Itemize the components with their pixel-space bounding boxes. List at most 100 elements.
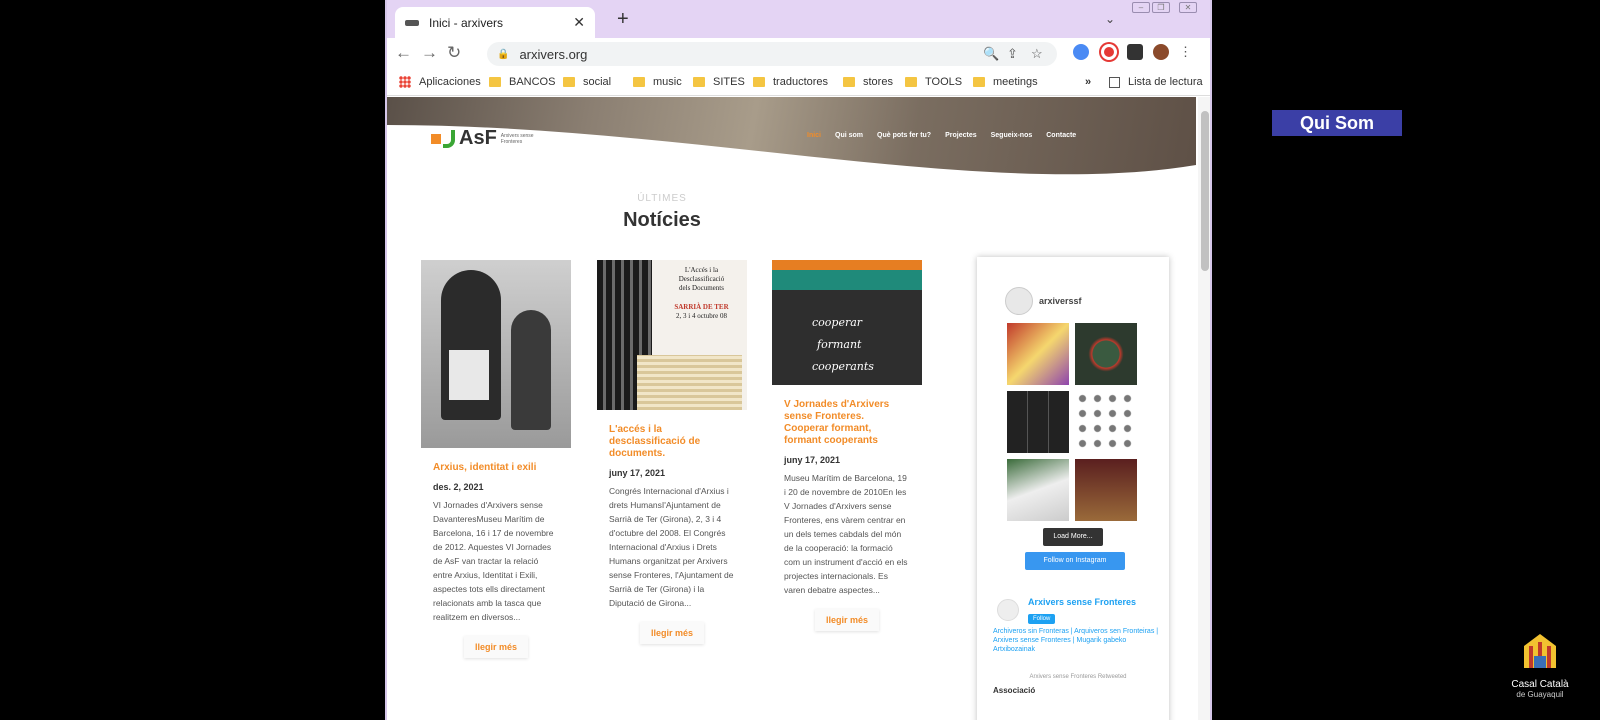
- folder-icon: [633, 77, 645, 87]
- search-icon[interactable]: 🔍: [983, 46, 999, 62]
- logo-mark-green: [443, 129, 455, 148]
- logo-subtitle: Arxivers sense Fronteres: [500, 132, 534, 145]
- maximize-button[interactable]: ❐: [1152, 2, 1170, 13]
- image-caption-place: SARRIÀ DE TER: [674, 303, 729, 311]
- instagram-post[interactable]: [1007, 391, 1069, 453]
- folder-icon: [693, 77, 705, 87]
- nav-inici[interactable]: Inici: [807, 132, 821, 139]
- instagram-post[interactable]: [1075, 459, 1137, 521]
- instagram-username: arxiverssf: [1039, 296, 1082, 306]
- casal-name: Casal Català: [1511, 679, 1569, 690]
- instagram-header[interactable]: arxiverssf: [1005, 287, 1082, 315]
- twitter-widget: Arxivers sense Fronteres Follow Archiver…: [993, 597, 1163, 695]
- site-logo[interactable]: AsF Arxivers sense Fronteres: [431, 127, 541, 150]
- card-date: juny 17, 2021: [609, 468, 666, 478]
- close-window-button[interactable]: ✕: [1179, 2, 1197, 13]
- section-title: Notícies: [623, 209, 701, 231]
- nav-segueix-nos[interactable]: Segueix-nos: [991, 132, 1033, 139]
- new-tab-button[interactable]: +: [617, 8, 629, 31]
- card-title[interactable]: L'accés i la desclassificació de documen…: [609, 424, 735, 460]
- kebab-menu-icon[interactable]: ⋮: [1179, 44, 1192, 60]
- twitter-follow-button[interactable]: Follow: [1028, 614, 1056, 624]
- instagram-post[interactable]: [1007, 459, 1069, 521]
- casal-city: de Guayaquil: [1516, 690, 1564, 699]
- bookmark-stores[interactable]: stores: [843, 76, 893, 88]
- close-tab-icon[interactable]: ✕: [573, 14, 585, 31]
- browser-window: Inici - arxivers ✕ + ⌄ – ❐ ✕ ← → ↻ 🔒 arx…: [385, 0, 1212, 720]
- puzzle-icon[interactable]: [1127, 44, 1143, 60]
- news-card: cooperar formant cooperants V Jornades d…: [772, 260, 922, 631]
- bookmarks-overflow[interactable]: »: [1085, 76, 1091, 88]
- card-title[interactable]: V Jornades d'Arxivers sense Fronteres. C…: [784, 399, 910, 447]
- card-image[interactable]: L'Accés i la Desclassificació dels Docum…: [597, 260, 747, 410]
- twitter-name[interactable]: Arxivers sense Fronteres: [1028, 597, 1163, 607]
- card-title[interactable]: Arxius, identitat i exili: [433, 462, 559, 474]
- card-image[interactable]: [421, 260, 571, 448]
- page-scrollbar[interactable]: [1198, 97, 1210, 720]
- instagram-post[interactable]: [1075, 323, 1137, 385]
- twitter-avatar: [997, 599, 1019, 621]
- instagram-avatar: [1005, 287, 1033, 315]
- reload-icon[interactable]: ↻: [447, 43, 461, 63]
- opera-icon[interactable]: [1101, 44, 1117, 60]
- card-excerpt: VI Jornades d'Arxivers sense DavanteresM…: [433, 500, 554, 622]
- bookmarks-bar: Aplicaciones BANCOS social music SITES t…: [387, 68, 1210, 96]
- apps-grid-icon: [399, 76, 411, 88]
- nav-contacte[interactable]: Contacte: [1046, 132, 1076, 139]
- bookmark-meetings[interactable]: meetings: [973, 76, 1038, 88]
- read-more-button[interactable]: llegir més: [640, 622, 704, 644]
- scroll-thumb[interactable]: [1201, 111, 1209, 271]
- follow-instagram-button[interactable]: Follow on Instagram: [1025, 552, 1125, 570]
- card-excerpt: Congrés Internacional d'Arxius i drets H…: [609, 486, 734, 608]
- instagram-post[interactable]: [1007, 323, 1069, 385]
- minimize-button[interactable]: –: [1132, 2, 1150, 13]
- image-caption-line: dels Documents: [679, 284, 724, 292]
- retweeted-label: Arxivers sense Fronteres Retweeted: [1029, 674, 1127, 680]
- site-header: AsF Arxivers sense Fronteres Inici Qui s…: [387, 97, 1196, 185]
- read-more-button[interactable]: llegir més: [464, 636, 528, 658]
- image-caption-line: Desclassificació: [678, 275, 725, 283]
- avatar[interactable]: [1153, 44, 1169, 60]
- folder-icon: [843, 77, 855, 87]
- logo-mark-orange: [431, 133, 441, 144]
- tweet-author: Associació: [993, 686, 1036, 695]
- bookmark-social[interactable]: social: [563, 76, 611, 88]
- extension-icon[interactable]: [1073, 44, 1089, 60]
- bookmark-apps[interactable]: Aplicaciones: [399, 76, 481, 88]
- instagram-post[interactable]: [1075, 391, 1137, 453]
- star-icon[interactable]: ☆: [1031, 46, 1043, 62]
- card-date: juny 17, 2021: [784, 455, 841, 465]
- qui-som-overlay-label: Qui Som: [1272, 110, 1402, 136]
- forward-icon[interactable]: →: [421, 43, 438, 63]
- casal-logo-icon: [1524, 634, 1556, 668]
- tab-strip: Inici - arxivers ✕ + ⌄ – ❐ ✕: [387, 0, 1210, 38]
- load-more-button[interactable]: Load More...: [1043, 528, 1103, 546]
- bookmark-music[interactable]: music: [633, 76, 682, 88]
- nav-que-pots-fer[interactable]: Què pots fer tu?: [877, 132, 931, 139]
- image-caption-dates: 2, 3 i 4 octubre 08: [676, 312, 727, 320]
- bookmark-traductores[interactable]: traductores: [753, 76, 828, 88]
- back-icon[interactable]: ←: [395, 43, 412, 63]
- read-more-button[interactable]: llegir més: [815, 609, 879, 631]
- card-image[interactable]: cooperar formant cooperants: [772, 260, 922, 385]
- favicon-icon: [405, 19, 419, 26]
- news-card: Arxius, identitat i exili des. 2, 2021 V…: [421, 260, 571, 658]
- share-icon[interactable]: ⇪: [1007, 46, 1018, 62]
- folder-icon: [753, 77, 765, 87]
- bookmark-bancos[interactable]: BANCOS: [489, 76, 555, 88]
- url-text: arxivers.org: [519, 46, 588, 62]
- main-nav: Inici Qui som Què pots fer tu? Projectes…: [807, 132, 1076, 139]
- nav-projectes[interactable]: Projectes: [945, 132, 977, 139]
- image-word: cooperants: [812, 360, 874, 373]
- twitter-description: Archiveros sin Fronteras | Arquiveros se…: [993, 628, 1159, 653]
- tab-inici[interactable]: Inici - arxivers ✕: [395, 7, 595, 38]
- social-sidebar: arxiverssf Load More... Follow on Instag…: [977, 257, 1169, 720]
- bookmark-sites[interactable]: SITES: [693, 76, 745, 88]
- address-bar[interactable]: 🔒 arxivers.org 🔍 ⇪ ☆: [487, 42, 1057, 66]
- chevron-down-icon[interactable]: ⌄: [1105, 12, 1115, 26]
- bookmark-tools[interactable]: TOOLS: [905, 76, 962, 88]
- folder-icon: [973, 77, 985, 87]
- nav-qui-som[interactable]: Qui som: [835, 132, 863, 139]
- reading-list-icon: [1109, 76, 1120, 88]
- reading-list[interactable]: Lista de lectura: [1109, 76, 1203, 88]
